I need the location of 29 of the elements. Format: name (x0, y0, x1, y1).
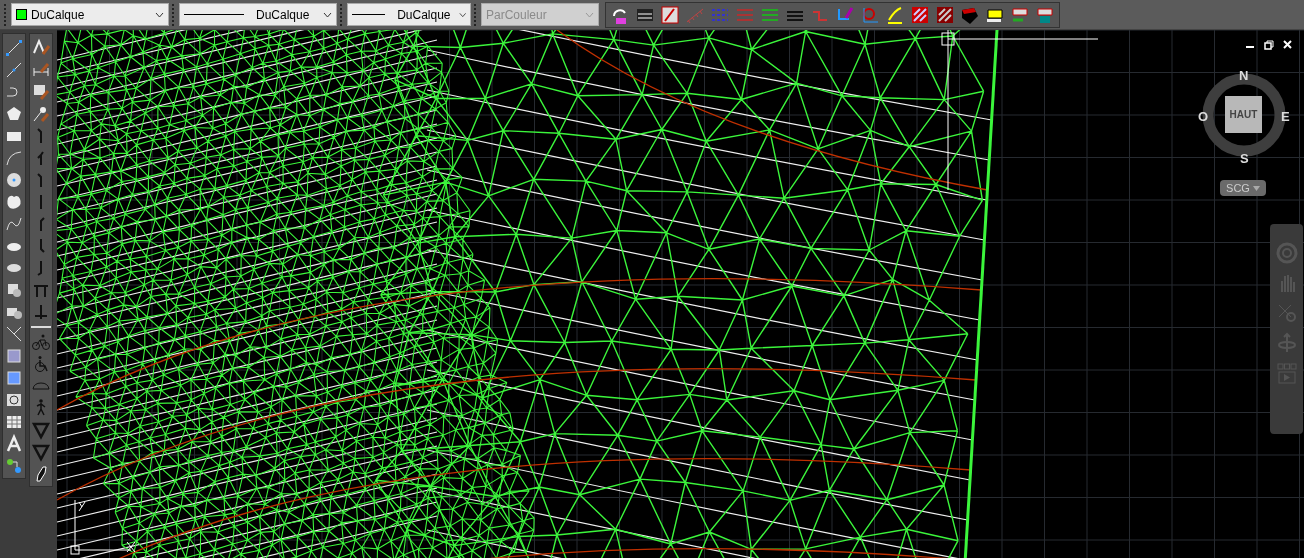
compass-south-label[interactable]: S (1240, 149, 1249, 169)
caret-icon (458, 11, 466, 18)
compass-north-label[interactable]: N (1239, 66, 1249, 86)
text-icon[interactable] (4, 434, 24, 454)
hatch-icon[interactable] (4, 346, 24, 366)
line-icon[interactable] (4, 38, 24, 58)
gradient-icon[interactable] (4, 368, 24, 388)
compass-west-label[interactable]: O (1198, 107, 1209, 127)
table-style-icon[interactable] (31, 82, 51, 102)
multileader-style-icon[interactable] (31, 104, 51, 124)
viewcube-face[interactable]: HAUT (1225, 96, 1262, 133)
dropdown-field[interactable]: DuCalque (347, 3, 471, 26)
dropdown-field[interactable]: DuCalque (11, 3, 169, 26)
caret-icon (1252, 185, 1260, 191)
circle-icon[interactable] (4, 170, 24, 190)
caret-icon (323, 11, 332, 18)
restore-icon[interactable] (1264, 40, 1274, 50)
caret-icon (155, 11, 164, 18)
point-icon[interactable] (4, 324, 24, 344)
triangle-icon[interactable] (31, 420, 51, 440)
crosshair-cursor-icon (939, 30, 1099, 190)
add-selected-icon[interactable] (4, 456, 24, 476)
compass-east-label[interactable]: E (1281, 107, 1290, 127)
arc-icon[interactable] (4, 148, 24, 168)
bicycle-icon[interactable] (31, 332, 51, 352)
dropdown-field[interactable]: DuCalque (179, 3, 337, 26)
construction-line-icon[interactable] (4, 60, 24, 80)
close-icon[interactable] (1283, 40, 1293, 50)
caret-icon (585, 11, 594, 18)
